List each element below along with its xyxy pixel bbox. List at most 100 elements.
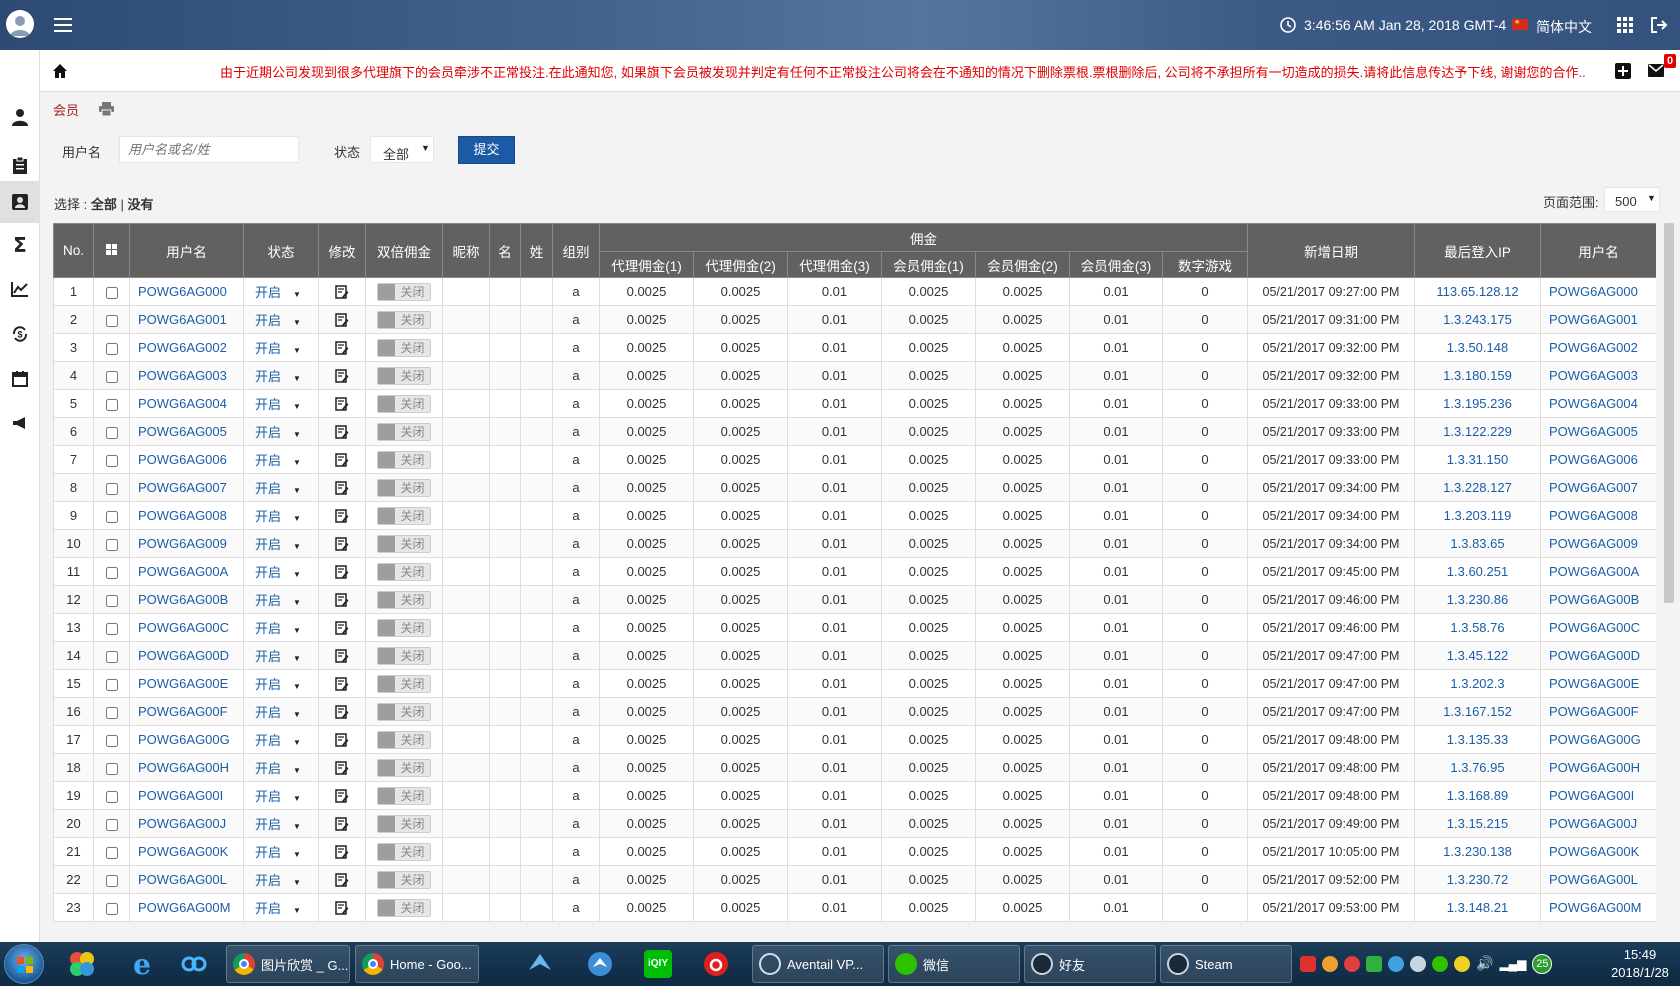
start-button[interactable]	[4, 944, 44, 984]
double-commission-toggle[interactable]: 关闭	[377, 506, 431, 525]
row-checkbox[interactable]	[105, 538, 118, 551]
username-link[interactable]: POWG6AG00G	[138, 732, 230, 747]
sidebar-item-calendar[interactable]	[0, 359, 40, 399]
username-2-link[interactable]: POWG6AG008	[1549, 508, 1638, 523]
last-ip-link[interactable]: 1.3.168.89	[1447, 788, 1508, 803]
edit-icon[interactable]	[335, 873, 349, 888]
vertical-scrollbar[interactable]	[1664, 223, 1674, 603]
row-checkbox[interactable]	[105, 510, 118, 523]
last-ip-link[interactable]: 1.3.50.148	[1447, 340, 1508, 355]
home-icon[interactable]	[52, 63, 68, 79]
page-title[interactable]: 会员	[53, 100, 79, 119]
last-ip-link[interactable]: 1.3.230.138	[1443, 844, 1512, 859]
status-dropdown[interactable]: 开启 ▼	[255, 817, 301, 832]
tray-app-icon[interactable]	[1388, 956, 1404, 972]
username-search-input[interactable]	[119, 136, 299, 163]
username-2-link[interactable]: POWG6AG009	[1549, 536, 1638, 551]
double-commission-toggle[interactable]: 关闭	[377, 562, 431, 581]
last-ip-link[interactable]: 1.3.167.152	[1443, 704, 1512, 719]
row-checkbox[interactable]	[105, 706, 118, 719]
status-dropdown[interactable]: 开启 ▼	[255, 593, 301, 608]
username-link[interactable]: POWG6AG004	[138, 396, 227, 411]
username-link[interactable]: POWG6AG00H	[138, 760, 229, 775]
double-commission-toggle[interactable]: 关闭	[377, 674, 431, 693]
select-all-link[interactable]: 全部	[91, 197, 117, 212]
edit-icon[interactable]	[335, 705, 349, 720]
last-ip-link[interactable]: 1.3.195.236	[1443, 396, 1512, 411]
printer-icon[interactable]	[99, 102, 114, 117]
hamburger-menu-icon[interactable]	[54, 17, 72, 33]
username-2-link[interactable]: POWG6AG00G	[1549, 732, 1641, 747]
row-checkbox[interactable]	[105, 594, 118, 607]
username-2-link[interactable]: POWG6AG006	[1549, 452, 1638, 467]
baidu-netdisk-icon[interactable]	[178, 948, 210, 980]
last-ip-link[interactable]: 1.3.135.33	[1447, 732, 1508, 747]
double-commission-toggle[interactable]: 关闭	[377, 366, 431, 385]
taskbar-window-3[interactable]: Aventail VP...	[752, 945, 884, 983]
tray-app-icon[interactable]	[1322, 956, 1338, 972]
double-commission-toggle[interactable]: 关闭	[377, 590, 431, 609]
page-size-select[interactable]: 500 ▼	[1604, 187, 1660, 212]
username-link[interactable]: POWG6AG00C	[138, 620, 229, 635]
edit-icon[interactable]	[335, 509, 349, 524]
username-link[interactable]: POWG6AG006	[138, 452, 227, 467]
taskbar-clock-time[interactable]: 15:49	[1610, 947, 1670, 962]
username-link[interactable]: POWG6AG00L	[138, 872, 227, 887]
edit-icon[interactable]	[335, 285, 349, 300]
status-dropdown[interactable]: 开启 ▼	[255, 789, 301, 804]
double-commission-toggle[interactable]: 关闭	[377, 702, 431, 721]
username-link[interactable]: POWG6AG00D	[138, 648, 229, 663]
last-ip-link[interactable]: 1.3.203.119	[1444, 508, 1512, 523]
double-commission-toggle[interactable]: 关闭	[377, 646, 431, 665]
username-link[interactable]: POWG6AG00B	[138, 592, 228, 607]
double-commission-toggle[interactable]: 关闭	[377, 338, 431, 357]
last-ip-link[interactable]: 1.3.243.175	[1443, 312, 1512, 327]
username-link[interactable]: POWG6AG008	[138, 508, 227, 523]
last-ip-link[interactable]: 1.3.58.76	[1450, 620, 1504, 635]
status-dropdown[interactable]: 开启 ▼	[255, 285, 301, 300]
add-icon[interactable]	[1615, 63, 1631, 79]
username-link[interactable]: POWG6AG00I	[138, 788, 223, 803]
row-checkbox[interactable]	[105, 622, 118, 635]
double-commission-toggle[interactable]: 关闭	[377, 898, 431, 917]
status-dropdown[interactable]: 开启 ▼	[255, 705, 301, 720]
status-dropdown[interactable]: 开启 ▼	[255, 873, 301, 888]
netease-music-icon[interactable]	[700, 948, 732, 980]
status-dropdown[interactable]: 开启 ▼	[255, 565, 301, 580]
tray-app-icon[interactable]	[1454, 956, 1470, 972]
status-dropdown[interactable]: 开启 ▼	[255, 901, 301, 916]
taskbar-clock-date[interactable]: 2018/1/28	[1598, 965, 1680, 980]
status-dropdown[interactable]: 开启 ▼	[255, 733, 301, 748]
status-dropdown[interactable]: 开启 ▼	[255, 845, 301, 860]
double-commission-toggle[interactable]: 关闭	[377, 758, 431, 777]
edit-icon[interactable]	[335, 789, 349, 804]
row-checkbox[interactable]	[105, 846, 118, 859]
double-commission-toggle[interactable]: 关闭	[377, 870, 431, 889]
edit-icon[interactable]	[335, 901, 349, 916]
username-link[interactable]: POWG6AG009	[138, 536, 227, 551]
sidebar-item-profile[interactable]	[0, 97, 40, 137]
username-2-link[interactable]: POWG6AG00E	[1549, 676, 1639, 691]
username-2-link[interactable]: POWG6AG00B	[1549, 592, 1639, 607]
submit-button[interactable]: 提交	[458, 136, 515, 164]
row-checkbox[interactable]	[105, 370, 118, 383]
row-checkbox[interactable]	[105, 734, 118, 747]
row-checkbox[interactable]	[105, 398, 118, 411]
mail-icon[interactable]	[1648, 64, 1664, 77]
tray-app-icon[interactable]	[1410, 956, 1426, 972]
username-2-link[interactable]: POWG6AG00A	[1549, 564, 1639, 579]
taskbar-window-2[interactable]: Home - Goo...	[355, 945, 479, 983]
last-ip-link[interactable]: 1.3.230.86	[1447, 592, 1508, 607]
edit-icon[interactable]	[335, 537, 349, 552]
last-ip-link[interactable]: 1.3.83.65	[1450, 536, 1504, 551]
username-2-link[interactable]: POWG6AG005	[1549, 424, 1638, 439]
last-ip-link[interactable]: 1.3.180.159	[1443, 368, 1512, 383]
last-ip-link[interactable]: 1.3.76.95	[1450, 760, 1504, 775]
last-ip-link[interactable]: 1.3.60.251	[1447, 564, 1508, 579]
edit-icon[interactable]	[335, 593, 349, 608]
tray-badge[interactable]: 25	[1532, 954, 1553, 974]
double-commission-toggle[interactable]: 关闭	[377, 534, 431, 553]
username-link[interactable]: POWG6AG00E	[138, 676, 228, 691]
username-2-link[interactable]: POWG6AG000	[1549, 284, 1638, 299]
edit-icon[interactable]	[335, 369, 349, 384]
